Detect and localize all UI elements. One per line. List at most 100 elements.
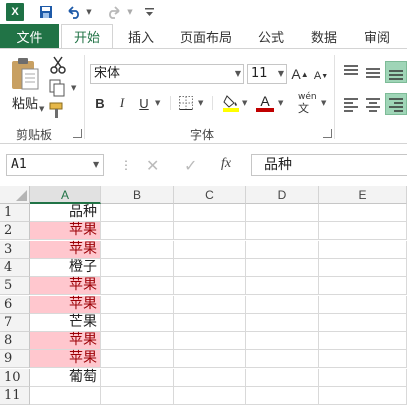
font-launcher-icon[interactable] [323,129,332,138]
cell[interactable] [246,369,319,387]
borders-dropdown-icon[interactable]: ▼ [198,99,203,107]
undo-dropdown-icon[interactable]: ▼ [84,2,94,22]
cell-a[interactable]: 芒果 [30,314,101,332]
cell[interactable] [319,204,407,222]
cell[interactable] [101,277,174,295]
cell-a[interactable]: 橙子 [30,259,101,277]
cell[interactable] [174,222,246,240]
align-middle-icon[interactable] [364,63,382,81]
align-bottom-icon[interactable] [385,61,407,83]
cell[interactable] [101,332,174,350]
shrink-font-button[interactable]: A ▼ [313,66,329,86]
paste-icon[interactable] [8,57,40,93]
tab-page-layout[interactable]: 页面布局 [171,24,241,48]
cell[interactable] [101,296,174,314]
column-header-d[interactable]: D [246,186,319,204]
cell-a[interactable]: 苹果 [30,277,101,295]
cell[interactable] [319,314,407,332]
cell-a[interactable]: 苹果 [30,350,101,368]
column-header-c[interactable]: C [174,186,246,204]
cell[interactable] [101,259,174,277]
undo-icon[interactable] [64,2,84,22]
enter-icon[interactable]: ✓ [184,156,197,175]
cell[interactable] [174,296,246,314]
cell[interactable] [246,314,319,332]
cell[interactable] [101,222,174,240]
cell[interactable] [174,369,246,387]
format-painter-icon[interactable] [48,101,68,119]
cell-a[interactable]: 葡萄 [30,369,101,387]
formula-input[interactable]: 品种 [251,154,407,176]
cell[interactable] [319,259,407,277]
cell[interactable] [319,277,407,295]
cell[interactable] [246,204,319,222]
row-header[interactable]: 3 [0,241,30,259]
fill-color-dropdown-icon[interactable]: ▼ [242,99,247,107]
cancel-icon[interactable]: ✕ [146,156,159,175]
font-name-combo[interactable]: 宋体 ▼ [90,64,244,84]
tab-data[interactable]: 数据 [302,24,346,48]
font-color-dropdown-icon[interactable]: ▼ [278,99,283,107]
borders-icon[interactable] [178,95,194,111]
font-color-button[interactable]: A [256,93,274,113]
save-icon[interactable] [36,2,56,22]
tab-formulas[interactable]: 公式 [249,24,293,48]
row-header[interactable]: 4 [0,259,30,277]
cell[interactable] [101,241,174,259]
row-header[interactable]: 1 [0,204,30,222]
grow-font-button[interactable]: A ▲ [291,64,308,84]
cell[interactable] [246,277,319,295]
worksheet-grid[interactable]: ABCDE 1 品种 2 苹果 3 苹果 4 橙子 5 苹果 6 苹果 7 芒果 8 苹果 9 苹果 10 葡萄 11 [0,186,407,405]
row-header[interactable]: 8 [0,332,30,350]
underline-dropdown-icon[interactable]: ▼ [155,99,160,107]
cell[interactable] [174,332,246,350]
paste-dropdown-icon[interactable]: ▼ [39,105,44,113]
cell[interactable] [319,369,407,387]
row-header[interactable]: 9 [0,350,30,368]
cell-a[interactable]: 苹果 [30,241,101,259]
cell-a[interactable]: 苹果 [30,332,101,350]
align-left-icon[interactable] [342,95,360,113]
column-header-b[interactable]: B [101,186,174,204]
cell[interactable] [174,204,246,222]
cell[interactable] [319,332,407,350]
row-header[interactable]: 11 [0,387,30,405]
column-header-e[interactable]: E [319,186,407,204]
tab-home[interactable]: 开始 [61,24,113,48]
cell[interactable] [174,259,246,277]
cell[interactable] [174,241,246,259]
cell[interactable] [319,241,407,259]
cell[interactable] [319,296,407,314]
vertical-dots-icon[interactable]: ⋮ [120,158,132,172]
cell[interactable] [101,387,174,405]
cell[interactable] [101,204,174,222]
name-box[interactable]: A1 [6,154,104,176]
cell-a[interactable]: 苹果 [30,296,101,314]
cell-a[interactable] [30,387,101,405]
cell[interactable] [101,350,174,368]
cell[interactable] [319,222,407,240]
align-top-icon[interactable] [342,63,360,81]
insert-function-icon[interactable]: fx [221,156,231,172]
font-size-combo[interactable]: 11 ▼ [247,64,287,84]
cell[interactable] [246,259,319,277]
cell[interactable] [246,332,319,350]
cut-icon[interactable] [48,55,68,75]
redo-icon[interactable] [104,2,124,22]
cell[interactable] [246,241,319,259]
paste-button-label[interactable]: 粘贴 [12,93,38,112]
align-center-icon[interactable] [364,95,382,113]
name-box-dropdown-icon[interactable]: ▼ [93,160,99,169]
cell[interactable] [319,387,407,405]
tab-file[interactable]: 文件 [0,24,59,48]
cell[interactable] [101,369,174,387]
column-header-a[interactable]: A [30,186,101,204]
cell[interactable] [174,350,246,368]
phonetic-dropdown-icon[interactable]: ▼ [321,99,326,107]
cell[interactable] [174,387,246,405]
redo-dropdown-icon[interactable]: ▼ [125,2,135,22]
cell[interactable] [246,296,319,314]
underline-button[interactable]: U [136,94,152,112]
row-header[interactable]: 6 [0,296,30,314]
italic-button[interactable]: I [114,94,130,112]
